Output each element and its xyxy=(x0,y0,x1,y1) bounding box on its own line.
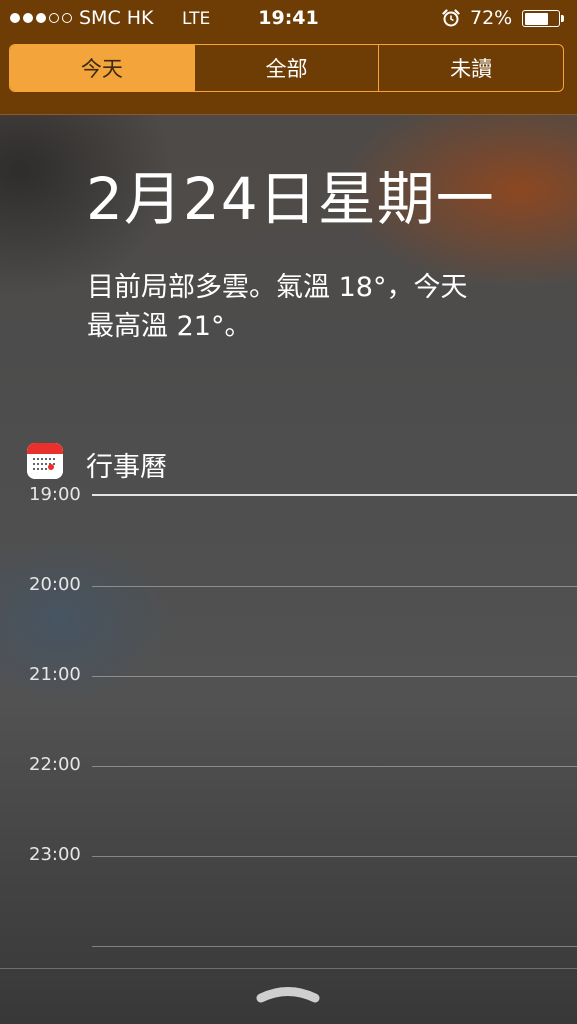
tab-all[interactable]: 全部 xyxy=(193,45,379,91)
hour-row: 23:00 xyxy=(0,844,577,876)
calendar-section-header: 行事曆 xyxy=(27,443,527,483)
weather-summary: 目前局部多雲。氣溫 18°，今天 最高溫 21°。 xyxy=(87,268,527,346)
hour-gridline xyxy=(92,586,577,587)
status-bar: SMC HK LTE 19:41 72% xyxy=(0,0,577,38)
hour-gridline xyxy=(92,856,577,857)
chevron-up-grabber-icon[interactable] xyxy=(255,983,321,1005)
hour-label: 22:00 xyxy=(29,754,81,775)
battery-cap xyxy=(561,15,564,22)
current-time-line xyxy=(92,494,577,496)
hour-gridline xyxy=(92,946,577,947)
hour-row: 22:00 xyxy=(0,754,577,786)
hour-gridline xyxy=(92,766,577,767)
hour-row xyxy=(0,946,577,954)
notification-center-header: 今天 全部 未讀 xyxy=(0,38,577,115)
hour-label: 19:00 xyxy=(29,484,81,505)
hour-label: 20:00 xyxy=(29,574,81,595)
calendar-title: 行事曆 xyxy=(86,452,167,483)
battery-icon xyxy=(522,10,560,27)
hour-gridline xyxy=(92,676,577,677)
hour-row: 21:00 xyxy=(0,664,577,696)
hour-label: 21:00 xyxy=(29,664,81,685)
tab-missed[interactable]: 未讀 xyxy=(378,45,563,91)
hour-row: 20:00 xyxy=(0,574,577,606)
calendar-day-timeline[interactable]: 19:00 20:00 21:00 22:00 23:00 xyxy=(0,484,577,954)
hour-label: 23:00 xyxy=(29,844,81,865)
battery-percentage: 72% xyxy=(470,7,513,29)
alarm-clock-icon xyxy=(442,9,460,27)
weather-line: 目前局部多雲。氣溫 18°，今天 xyxy=(87,272,468,303)
weather-line: 最高溫 21°。 xyxy=(87,311,252,342)
tab-today[interactable]: 今天 xyxy=(10,45,194,91)
bottom-divider xyxy=(0,968,577,969)
calendar-app-icon xyxy=(27,443,63,479)
hour-row: 19:00 xyxy=(0,484,577,516)
today-date-title: 2月24日星期一 xyxy=(86,165,495,233)
battery-level-fill xyxy=(524,12,549,25)
view-segmented-control: 今天 全部 未讀 xyxy=(9,44,564,92)
